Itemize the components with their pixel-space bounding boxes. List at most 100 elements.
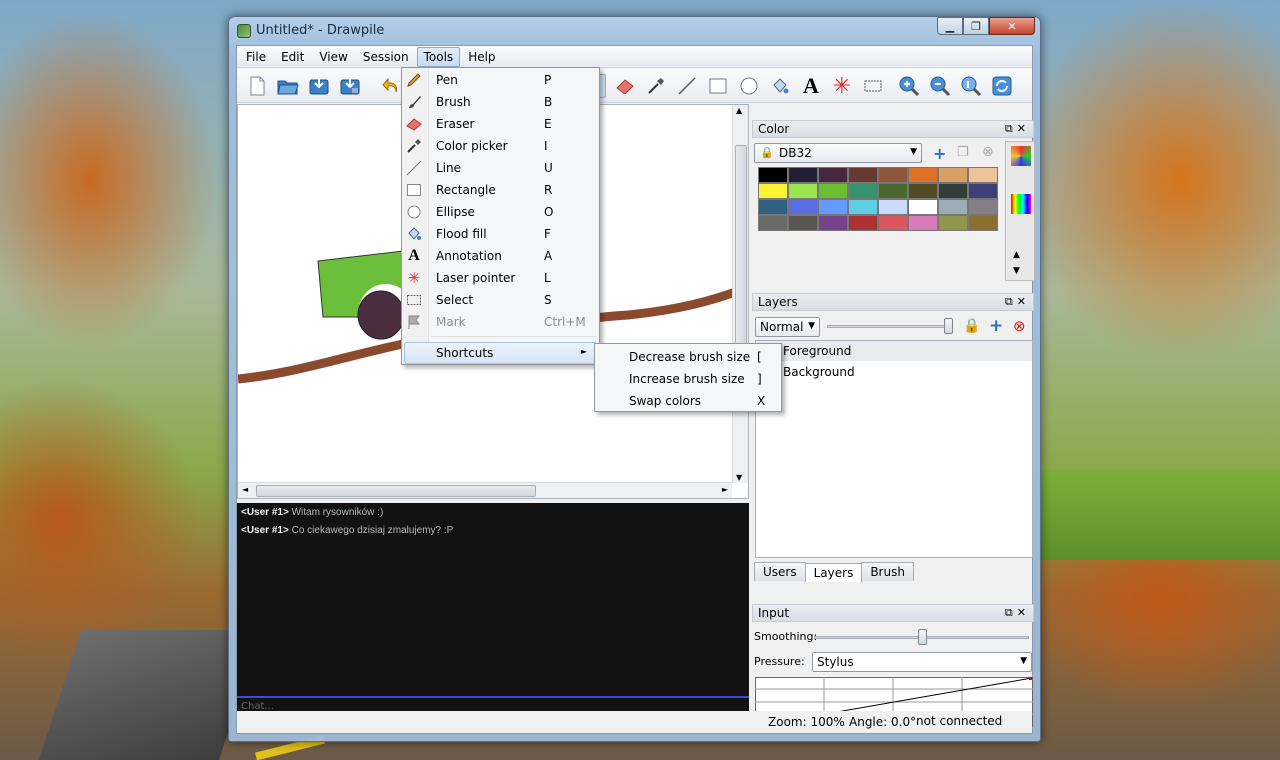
color-swatch[interactable]	[938, 215, 968, 231]
color-swatch[interactable]	[938, 167, 968, 183]
color-swatch[interactable]	[908, 215, 938, 231]
layer-lock-icon[interactable]: 🔒	[963, 318, 980, 334]
minimize-button[interactable]: ▁	[937, 17, 963, 35]
open-file-icon[interactable]	[276, 74, 300, 98]
color-swatch[interactable]	[818, 199, 848, 215]
menu-item-pen[interactable]: Pen P	[402, 69, 599, 91]
color-swatch[interactable]	[878, 199, 908, 215]
color-sliders-icon[interactable]	[1011, 194, 1031, 214]
menu-item-swap-colors[interactable]: Swap colors X	[595, 390, 781, 412]
laser-pointer-tool-icon[interactable]: ✳	[830, 74, 854, 99]
menu-item-mark[interactable]: Mark Ctrl+M	[402, 311, 599, 333]
menu-help[interactable]: Help	[461, 47, 502, 67]
new-file-icon[interactable]	[245, 74, 269, 98]
copy-palette-icon[interactable]: ❐	[957, 145, 969, 160]
color-swatch[interactable]	[908, 183, 938, 199]
float-dock-icon[interactable]: ⧉	[1005, 295, 1017, 308]
layer-row-foreground[interactable]: 👁 Foreground	[756, 341, 1032, 361]
palette-select[interactable]: 🔒 DB32 ▼	[754, 143, 922, 163]
color-swatch[interactable]	[848, 183, 878, 199]
color-swatch[interactable]	[758, 183, 788, 199]
flood-fill-tool-icon[interactable]	[768, 74, 792, 98]
color-swatch[interactable]	[788, 183, 818, 199]
close-dock-icon[interactable]: ✕	[1017, 295, 1030, 308]
delete-palette-icon[interactable]: ⊗	[982, 144, 994, 160]
color-swatch[interactable]	[818, 183, 848, 199]
annotation-tool-icon[interactable]: A	[799, 73, 823, 98]
menu-item-laser-pointer[interactable]: ✳ Laser pointer L	[402, 267, 599, 289]
line-tool-icon[interactable]	[675, 74, 699, 98]
smoothing-handle[interactable]	[918, 629, 927, 645]
select-tool-icon[interactable]	[861, 74, 885, 98]
tab-layers[interactable]: Layers	[804, 563, 863, 582]
color-swatch[interactable]	[968, 183, 998, 199]
canvas-vertical-scrollbar[interactable]: ▲ ▼	[732, 105, 748, 483]
menu-item-brush[interactable]: Brush B	[402, 91, 599, 113]
color-swatch[interactable]	[788, 215, 818, 231]
horizontal-scroll-thumb[interactable]	[256, 485, 536, 497]
save-icon[interactable]	[307, 74, 331, 98]
layer-opacity-slider[interactable]	[827, 325, 952, 328]
palette-mode-icon[interactable]	[1011, 146, 1031, 166]
color-swatch[interactable]	[758, 199, 788, 215]
undo-icon[interactable]	[379, 74, 403, 98]
color-swatch[interactable]	[758, 167, 788, 183]
menu-session[interactable]: Session	[356, 47, 416, 67]
float-dock-icon[interactable]: ⧉	[1005, 606, 1017, 619]
save-as-icon[interactable]	[338, 74, 362, 98]
scroll-down-icon[interactable]: ▼	[1013, 266, 1020, 276]
add-palette-icon[interactable]: +	[933, 144, 946, 163]
menu-item-decrease-brush-size[interactable]: Decrease brush size [	[595, 346, 781, 368]
color-swatch[interactable]	[908, 167, 938, 183]
rotate-reset-icon[interactable]	[990, 74, 1014, 98]
menu-edit[interactable]: Edit	[274, 47, 311, 67]
menu-item-flood-fill[interactable]: Flood fill F	[402, 223, 599, 245]
color-swatch[interactable]	[818, 215, 848, 231]
canvas-horizontal-scrollbar[interactable]: ◄ ►	[238, 482, 732, 498]
color-swatch[interactable]	[788, 167, 818, 183]
menu-item-ellipse[interactable]: Ellipse O	[402, 201, 599, 223]
close-button[interactable]: ✕	[989, 17, 1035, 35]
tab-users[interactable]: Users	[754, 562, 806, 581]
color-swatch[interactable]	[848, 199, 878, 215]
color-swatch[interactable]	[938, 183, 968, 199]
title-bar[interactable]: Untitled* - Drawpile ▁ ❐ ✕	[229, 17, 1040, 45]
color-swatch[interactable]	[878, 183, 908, 199]
menu-file[interactable]: File	[239, 47, 273, 67]
rectangle-tool-icon[interactable]	[706, 74, 730, 98]
color-swatch[interactable]	[848, 215, 878, 231]
color-swatch[interactable]	[878, 167, 908, 183]
close-dock-icon[interactable]: ✕	[1017, 606, 1030, 619]
menu-view[interactable]: View	[312, 47, 354, 67]
color-swatch[interactable]	[758, 215, 788, 231]
zoom-out-icon[interactable]	[928, 74, 952, 98]
menu-tools[interactable]: Tools	[416, 46, 461, 67]
menu-item-line[interactable]: Line U	[402, 157, 599, 179]
layer-row-background[interactable]: Background	[756, 362, 1032, 382]
color-swatch[interactable]	[788, 199, 818, 215]
color-swatch[interactable]	[938, 199, 968, 215]
tab-brush[interactable]: Brush	[861, 562, 914, 581]
menu-item-select[interactable]: Select S	[402, 289, 599, 311]
menu-item-increase-brush-size[interactable]: Increase brush size ]	[595, 368, 781, 390]
color-swatch[interactable]	[968, 167, 998, 183]
float-dock-icon[interactable]: ⧉	[1005, 122, 1017, 135]
layer-opacity-handle[interactable]	[944, 318, 953, 334]
color-swatch[interactable]	[968, 199, 998, 215]
color-swatch[interactable]	[848, 167, 878, 183]
color-swatch[interactable]	[908, 199, 938, 215]
scroll-up-icon[interactable]: ▲	[1013, 250, 1020, 260]
ellipse-tool-icon[interactable]	[737, 74, 761, 98]
add-layer-icon[interactable]: +	[989, 316, 1003, 336]
blend-mode-select[interactable]: Normal ▼	[755, 317, 820, 337]
color-swatch[interactable]	[818, 167, 848, 183]
close-dock-icon[interactable]: ✕	[1017, 122, 1030, 135]
color-swatch[interactable]	[968, 215, 998, 231]
menu-item-annotation[interactable]: A Annotation A	[402, 245, 599, 267]
zoom-reset-icon[interactable]	[959, 74, 983, 98]
color-swatch[interactable]	[878, 215, 908, 231]
menu-item-color-picker[interactable]: Color picker I	[402, 135, 599, 157]
menu-item-rectangle[interactable]: Rectangle R	[402, 179, 599, 201]
zoom-in-icon[interactable]	[897, 74, 921, 98]
color-picker-tool-icon[interactable]	[644, 74, 668, 98]
